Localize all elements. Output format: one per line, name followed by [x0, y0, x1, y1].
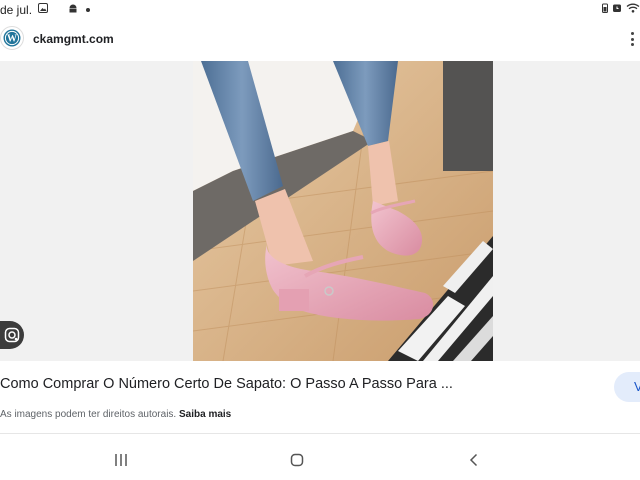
- copyright-notice: As imagens podem ter direitos autorais. …: [0, 409, 231, 420]
- copyright-text: As imagens podem ter direitos autorais.: [0, 409, 177, 420]
- alarm-icon: [613, 4, 621, 12]
- wordpress-icon[interactable]: W: [0, 26, 24, 50]
- back-icon[interactable]: [466, 452, 482, 468]
- battery-saver-icon: [602, 3, 608, 13]
- result-header: W ckamgmt.com: [0, 22, 640, 58]
- android-notification-icon: [69, 4, 77, 13]
- gallery-notification-icon: [38, 3, 48, 13]
- visit-button[interactable]: V: [614, 372, 640, 402]
- site-name[interactable]: ckamgmt.com: [33, 32, 114, 46]
- result-image[interactable]: [193, 61, 493, 361]
- recents-icon[interactable]: [113, 452, 129, 468]
- svg-text:W: W: [7, 34, 17, 45]
- divider: [0, 433, 640, 434]
- home-icon[interactable]: [289, 452, 305, 468]
- result-title[interactable]: Como Comprar O Número Certo De Sapato: O…: [0, 376, 453, 392]
- more-vert-icon[interactable]: [626, 30, 638, 48]
- learn-more-link[interactable]: Saiba mais: [179, 409, 231, 420]
- wifi-icon: [626, 3, 640, 13]
- image-preview-area: [0, 61, 640, 361]
- status-time: de jul.: [0, 3, 33, 17]
- system-navigation-bar: [0, 440, 640, 480]
- status-bar: de jul.: [0, 0, 640, 20]
- notification-dot: [86, 8, 90, 12]
